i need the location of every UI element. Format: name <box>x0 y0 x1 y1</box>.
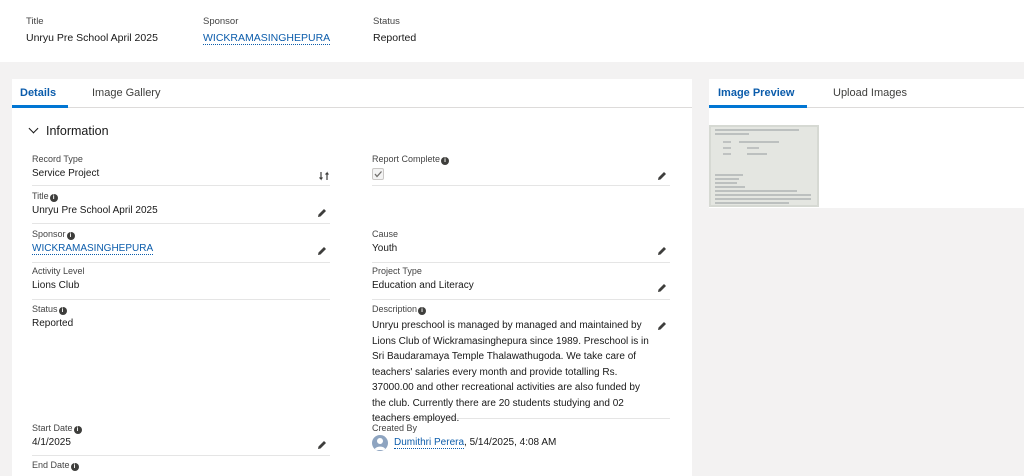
report-complete-checkbox[interactable] <box>372 168 384 180</box>
info-icon: i <box>70 463 79 471</box>
details-card: Details Image Gallery Information Record… <box>12 79 692 476</box>
field-project-type: Project Type Education and Literacy <box>372 266 670 300</box>
chevron-down-icon <box>28 123 39 134</box>
field-record-type: Record Type Service Project <box>32 154 330 186</box>
tab-details-underline <box>12 105 68 108</box>
highlight-status-value: Reported <box>373 32 417 44</box>
field-sponsor-label: Sponsor i <box>32 229 75 240</box>
highlight-sponsor-label: Sponsor <box>203 16 239 27</box>
field-project-type-value: Education and Literacy <box>372 280 474 291</box>
field-end-date-label: End Date i <box>32 460 79 471</box>
field-title-value: Unryu Pre School April 2025 <box>32 205 158 216</box>
info-icon: i <box>73 426 82 434</box>
field-project-type-label: Project Type <box>372 266 422 276</box>
field-end-date: End Date i <box>32 460 330 476</box>
field-start-date: Start Date i 4/1/2025 <box>32 423 330 456</box>
field-sponsor-link[interactable]: WICKRAMASINGHEPURA <box>32 243 154 255</box>
field-sponsor: Sponsor i WICKRAMASINGHEPURA <box>32 229 330 263</box>
field-created-by-label: Created By <box>372 423 418 433</box>
highlight-sponsor-link[interactable]: WICKRAMASINGHEPURA <box>203 32 331 45</box>
info-icon: i <box>441 157 450 165</box>
change-record-type-icon[interactable] <box>318 170 330 182</box>
field-title: Title i Unryu Pre School April 2025 <box>32 191 330 224</box>
pencil-icon[interactable] <box>656 170 668 182</box>
tab-upload-images[interactable]: Upload Images <box>833 87 907 99</box>
field-description-value: Unryu preschool is managed by managed an… <box>372 320 649 424</box>
created-by-timestamp: , 5/14/2025, 4:08 AM <box>464 437 557 448</box>
field-activity-level-value: Lions Club <box>32 280 80 291</box>
field-status: Status i Reported <box>32 304 330 419</box>
highlights-panel: Title Unryu Pre School April 2025 Sponso… <box>0 0 1024 62</box>
tab-image-gallery[interactable]: Image Gallery <box>92 87 160 99</box>
highlight-title-value: Unryu Pre School April 2025 <box>26 32 158 44</box>
section-information-title: Information <box>46 124 109 138</box>
pencil-icon[interactable] <box>316 245 328 257</box>
highlight-title-label: Title <box>26 16 44 27</box>
pencil-icon[interactable] <box>316 207 328 219</box>
pencil-icon[interactable] <box>316 439 328 451</box>
info-icon: i <box>58 307 67 315</box>
info-icon: i <box>66 232 75 240</box>
user-avatar-icon <box>372 435 388 451</box>
side-tab-bar: Image Preview Upload Images <box>709 79 1024 108</box>
tab-image-preview-underline <box>709 105 807 108</box>
image-preview-card: Image Preview Upload Images <box>709 79 1024 208</box>
field-report-complete: Report Complete i <box>372 154 670 186</box>
field-activity-level-label: Activity Level <box>32 266 85 276</box>
highlight-title: Title Unryu Pre School April 2025 <box>26 16 158 44</box>
field-description-label: Description i <box>372 304 427 315</box>
main-tab-bar: Details Image Gallery <box>12 79 692 108</box>
field-status-value: Reported <box>32 318 74 329</box>
info-icon: i <box>49 194 58 202</box>
field-created-by: Created By Dumithri Perera, 5/14/2025, 4… <box>372 423 670 456</box>
checkmark-icon <box>374 171 382 178</box>
field-start-date-label: Start Date i <box>32 423 82 434</box>
pencil-icon[interactable] <box>656 245 668 257</box>
field-record-type-value: Service Project <box>32 168 100 179</box>
field-record-type-label: Record Type <box>32 154 83 164</box>
field-cause-label: Cause <box>372 229 399 239</box>
highlight-status: Status Reported <box>373 16 416 44</box>
field-start-date-value: 4/1/2025 <box>32 437 71 448</box>
info-icon: i <box>418 307 427 315</box>
pencil-icon[interactable] <box>656 320 668 332</box>
field-status-label: Status i <box>32 304 67 315</box>
field-title-label: Title i <box>32 191 58 202</box>
field-report-complete-label: Report Complete i <box>372 154 450 165</box>
field-description: Description i Unryu preschool is managed … <box>372 304 670 424</box>
report-image-thumbnail[interactable] <box>709 125 819 207</box>
highlight-status-label: Status <box>373 16 400 27</box>
field-cause-value: Youth <box>372 243 398 254</box>
document-photo-image <box>709 125 819 207</box>
highlight-sponsor: Sponsor WICKRAMASINGHEPURA <box>203 16 331 45</box>
section-information-toggle[interactable]: Information <box>28 123 109 138</box>
created-by-user-link[interactable]: Dumithri Perera <box>394 437 465 449</box>
tab-image-preview[interactable]: Image Preview <box>718 87 794 99</box>
field-activity-level: Activity Level Lions Club <box>32 266 330 300</box>
tab-details[interactable]: Details <box>20 87 56 99</box>
field-cause: Cause Youth <box>372 229 670 263</box>
pencil-icon[interactable] <box>656 282 668 294</box>
